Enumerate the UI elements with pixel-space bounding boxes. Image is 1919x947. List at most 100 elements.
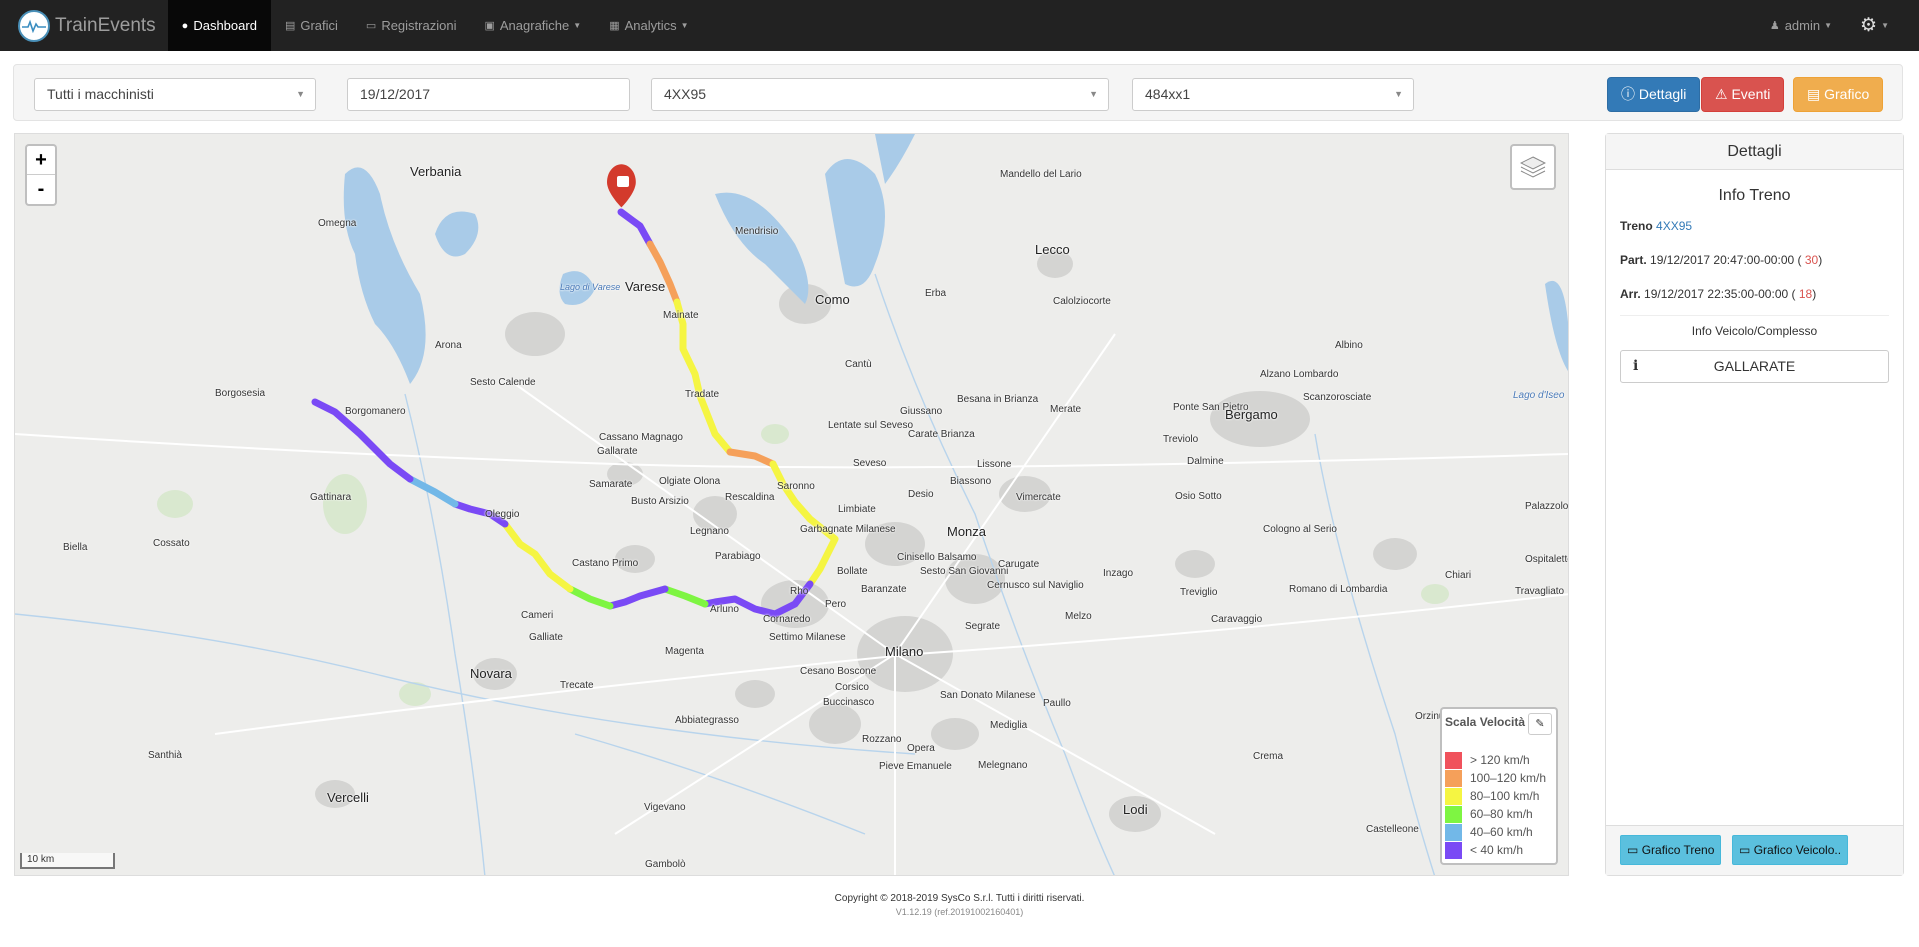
place-label: Mediglia: [990, 720, 1028, 731]
events-button-label: Eventi: [1731, 86, 1771, 102]
place-label: Lentate sul Seveso: [828, 420, 914, 431]
place-label: Novara: [470, 666, 512, 681]
legend-item: 80–100 km/h: [1445, 787, 1553, 805]
place-label: Santhià: [148, 750, 182, 761]
place-label: Alzano Lombardo: [1260, 369, 1339, 380]
caret-down-icon: ▼: [680, 21, 689, 30]
place-label: Borgosesia: [215, 388, 266, 399]
train-link[interactable]: 4XX95: [1656, 219, 1692, 233]
gear-icon: ⚙: [1860, 15, 1878, 36]
train-chart-button[interactable]: ▭ Grafico Treno: [1620, 835, 1722, 865]
edit-legend-button[interactable]: ✎: [1528, 713, 1552, 735]
vehicle-chart-button[interactable]: ▭ Grafico Veicolo..: [1732, 835, 1849, 865]
place-label: Garbagnate Milanese: [800, 524, 896, 535]
place-label: Cassano Magnago: [599, 432, 683, 443]
place-label: Settimo Milanese: [769, 632, 846, 643]
page-footer: Copyright © 2018-2019 SysCo S.r.l. Tutti…: [0, 893, 1919, 917]
place-label: Gattinara: [310, 492, 352, 503]
nav-grafici-label: Grafici: [300, 18, 338, 33]
place-label: Segrate: [965, 621, 1001, 632]
details-button[interactable]: ⓘ Dettagli: [1607, 77, 1701, 112]
place-label: Scanzorosciate: [1303, 392, 1372, 403]
place-label: Calolziocorte: [1053, 296, 1111, 307]
file-icon: ▭: [1739, 843, 1751, 857]
legend-item: 40–60 km/h: [1445, 823, 1553, 841]
info-icon: i: [1633, 358, 1639, 374]
vehicle-info-title: Info Veicolo/Complesso: [1691, 324, 1818, 338]
brand[interactable]: TrainEvents: [0, 0, 168, 51]
place-label: Gallarate: [597, 446, 638, 457]
date-input-value: 19/12/2017: [360, 86, 431, 102]
caret-down-icon: ▼: [1881, 21, 1889, 30]
departure-value: 19/12/2017 20:47:00-00:00: [1650, 253, 1795, 267]
place-label: Baranzate: [861, 584, 907, 595]
legend-item: 100–120 km/h: [1445, 769, 1553, 787]
legend-swatch: [1445, 751, 1462, 769]
events-button[interactable]: ⚠ Eventi: [1701, 77, 1785, 112]
layers-button[interactable]: [1510, 144, 1556, 190]
vehicle-select[interactable]: 484xx1 ▼: [1132, 78, 1414, 111]
place-label: Romano di Lombardia: [1289, 584, 1388, 595]
chevron-down-icon: ▼: [296, 89, 305, 99]
place-label: Carate Brianza: [908, 429, 975, 440]
place-label: Melegnano: [978, 760, 1028, 771]
departure-row: Part. 19/12/2017 20:47:00-00:00 ( 30): [1620, 253, 1823, 267]
place-label: Besana in Brianza: [957, 394, 1039, 405]
user-icon: ♟: [1769, 20, 1780, 32]
train-label: Treno: [1620, 219, 1653, 233]
settings-menu[interactable]: ⚙ ▼: [1846, 0, 1919, 51]
place-label: Omegna: [318, 218, 357, 229]
zoom-in-button[interactable]: +: [27, 146, 55, 175]
map[interactable]: Verbania Mandello del Lario Omegna Vares…: [14, 133, 1569, 876]
version: V1.12.19 (ref.20191002160401): [895, 907, 1024, 917]
legend-item: > 120 km/h: [1445, 751, 1553, 769]
book-icon: ▣: [484, 20, 495, 32]
place-label: Cameri: [521, 610, 554, 621]
details-panel: Dettagli Info Treno Treno 4XX95 Part. 19…: [1605, 133, 1904, 876]
nav-dashboard[interactable]: ● Dashboard: [167, 0, 271, 51]
nav-anagrafiche[interactable]: ▣ Anagrafiche ▼: [470, 0, 595, 51]
date-input[interactable]: 19/12/2017: [347, 78, 630, 111]
driver-select[interactable]: Tutti i macchinisti ▼: [34, 78, 316, 111]
place-label: Sesto San Giovanni: [920, 566, 1009, 577]
place-label: Cornaredo: [763, 614, 811, 625]
legend-label: 60–80 km/h: [1470, 807, 1533, 821]
place-label: Vercelli: [327, 790, 369, 805]
place-label: Erba: [925, 288, 947, 299]
vehicle-select-value: 484xx1: [1145, 86, 1191, 102]
brand-name: TrainEvents: [55, 14, 156, 36]
place-label: Dalmine: [1187, 456, 1224, 467]
place-label: Lecco: [1035, 242, 1070, 257]
zoom-out-button[interactable]: -: [27, 175, 55, 204]
chart-button[interactable]: ▤ Grafico: [1793, 77, 1884, 112]
place-label: Travagliato: [1515, 586, 1565, 597]
train-chart-label: Grafico Treno: [1641, 843, 1715, 857]
copyright: Copyright © 2018-2019 SysCo S.r.l. Tutti…: [834, 893, 1085, 904]
place-label: Inzago: [1103, 568, 1134, 579]
place-label: Caravaggio: [1211, 614, 1263, 625]
place-label: Mendrisio: [735, 226, 779, 237]
train-select[interactable]: 4XX95 ▼: [651, 78, 1109, 111]
nav-grafici[interactable]: ▤ Grafici: [271, 0, 352, 51]
place-label: Castelleone: [1366, 824, 1419, 835]
nav-analytics[interactable]: ▦ Analytics ▼: [595, 0, 702, 51]
place-label: Lago d'Iseo: [1513, 390, 1565, 401]
departure-delay: 30: [1804, 253, 1819, 267]
legend-swatch: [1445, 841, 1462, 859]
chart-icon: ▤: [1807, 86, 1821, 102]
place-label: Carugate: [998, 559, 1040, 570]
top-navbar: TrainEvents ● Dashboard ▤ Grafici ▭ Regi…: [0, 0, 1919, 51]
place-label: Parabiago: [715, 551, 761, 562]
nav-registrazioni[interactable]: ▭ Registrazioni: [352, 0, 471, 51]
legend-label: 100–120 km/h: [1470, 771, 1547, 785]
panel-footer: ▭ Grafico Treno ▭ Grafico Veicolo..: [1606, 825, 1903, 875]
arrival-row: Arr. 19/12/2017 22:35:00-00:00 ( 18): [1620, 287, 1817, 301]
vehicle-button[interactable]: i GALLARATE: [1620, 350, 1889, 383]
user-name: admin: [1784, 18, 1821, 33]
place-label: Cantù: [845, 359, 872, 370]
app-logo-icon: [18, 9, 50, 42]
user-menu[interactable]: ♟ admin ▼: [1756, 0, 1846, 51]
place-label: Desio: [908, 489, 934, 500]
legend-label: > 120 km/h: [1470, 753, 1530, 767]
place-label: Varese: [625, 279, 666, 294]
